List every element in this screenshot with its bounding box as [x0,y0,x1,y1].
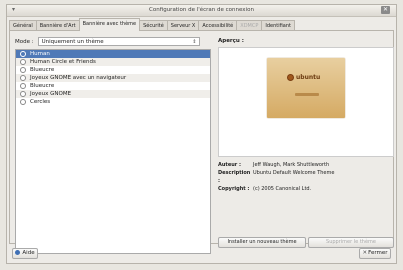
theme-item-joyeux-gnome-browser[interactable]: Joyeux GNOME avec un navigateur [16,74,210,82]
preview-label: Aperçu : [218,38,244,44]
radio-icon[interactable] [20,67,26,73]
theme-name: Joyeux GNOME [30,91,72,97]
theme-item-cercles[interactable]: Cercles [16,98,210,106]
info-author: Auteur : Jeff Waugh, Mark Shuttleworth [218,161,334,169]
theme-info: Auteur : Jeff Waugh, Mark Shuttleworth D… [218,161,334,193]
preview-frame: ubuntu [218,47,394,157]
theme-name: Human Circle et Friends [30,59,96,65]
remove-theme-button: Supprimer le thème [308,237,394,248]
mode-row: Mode : Uniquement un thème ⇕ [15,37,200,46]
radio-icon[interactable] [20,59,26,65]
theme-item-joyeux-gnome[interactable]: Joyeux GNOME [16,90,210,98]
login-config-window: ▾ Configuration de l'écran de connexion … [6,4,397,264]
info-value: Jeff Waugh, Mark Shuttleworth [253,162,330,168]
info-key: Description : [218,170,251,184]
radio-icon[interactable] [20,75,26,81]
radio-icon[interactable] [20,99,26,105]
chevron-updown-icon: ⇕ [192,39,197,45]
info-value: Ubuntu Default Welcome Theme [253,170,335,176]
tab-panel: Mode : Uniquement un thème ⇕ Human Human… [9,30,394,254]
close-label: Fermer [368,250,388,256]
theme-item-blueucre-2[interactable]: Blueucre [16,82,210,90]
radio-icon[interactable] [20,83,26,89]
theme-list[interactable]: Human Human Circle et Friends Blueucre J… [15,49,211,254]
close-button[interactable]: ✕Fermer [359,248,391,259]
titlebar: ▾ Configuration de l'écran de connexion … [7,5,396,17]
help-icon [15,250,21,255]
logo-text: ubuntu [296,74,321,81]
install-theme-button[interactable]: Installer un nouveau thème [218,237,306,248]
ubuntu-logo: ubuntu [287,74,320,81]
login-field-preview [295,93,319,96]
theme-name: Cercles [30,99,51,105]
tab-themed-banner[interactable]: Bannière avec thème [78,18,141,31]
theme-name: Blueucre [30,67,55,73]
close-icon: ✕ [362,250,368,256]
info-description: Description : Ubuntu Default Welcome The… [218,169,334,185]
info-copyright: Copyright : (c) 2005 Canonical Ltd. [218,185,334,193]
info-key: Auteur : [218,162,241,168]
ubuntu-logo-icon [287,74,294,81]
info-value: (c) 2005 Canonical Ltd. [253,186,312,192]
theme-item-human-circle[interactable]: Human Circle et Friends [16,58,210,66]
theme-name: Joyeux GNOME avec un navigateur [30,75,127,81]
help-label: Aide [22,250,35,256]
theme-name: Human [30,51,50,57]
radio-icon[interactable] [20,91,26,97]
info-key: Copyright : [218,186,250,192]
mode-select-value: Uniquement un thème [41,39,104,45]
window-title: Configuration de l'écran de connexion [149,7,254,13]
theme-item-human[interactable]: Human [16,50,210,58]
theme-name: Blueucre [30,83,55,89]
window-close-button[interactable]: ✕ [381,6,390,14]
mode-select[interactable]: Uniquement un thème ⇕ [37,37,200,46]
theme-item-blueucre[interactable]: Blueucre [16,66,210,74]
theme-preview-image: ubuntu [267,58,345,118]
help-button[interactable]: Aide [12,248,38,259]
mode-label: Mode : [15,38,34,45]
radio-icon[interactable] [20,51,26,57]
